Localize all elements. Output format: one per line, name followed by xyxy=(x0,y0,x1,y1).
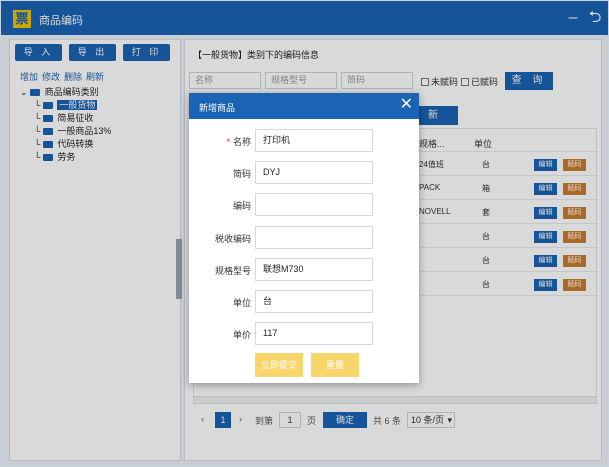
dialog-title: 新增商品 xyxy=(199,103,236,113)
field-row-tax-code: 税收编码 xyxy=(189,226,419,250)
dialog-header: 新增商品 ✕ xyxy=(189,93,419,119)
required-marker: * xyxy=(226,137,230,147)
code-input[interactable] xyxy=(255,193,373,216)
field-row-code: 编码 xyxy=(189,193,419,217)
add-goods-dialog: 新增商品 ✕ * 名称 打印机 简码 DYJ 编码 税收编码 规格型号 联想M73… xyxy=(189,93,419,383)
field-label-text: 名称 xyxy=(232,137,251,147)
field-row-short-code: 简码 DYJ xyxy=(189,161,419,185)
price-input[interactable]: 117 xyxy=(255,322,373,345)
field-row-name: * 名称 打印机 xyxy=(189,129,419,153)
submit-button[interactable]: 立即提交 xyxy=(255,353,303,377)
app-window: 票 商品编码 – ⮌ 导 入 导 出 打 印 增加 修改 删除 刷新 ⌄ 商品编… xyxy=(0,0,609,467)
field-row-price: 单价 117 xyxy=(189,322,419,346)
field-label: 规格型号 xyxy=(214,266,251,276)
field-label: 单价 xyxy=(232,330,251,340)
spec-input[interactable]: 联想M730 xyxy=(255,258,373,281)
unit-input[interactable]: 台 xyxy=(255,290,373,313)
field-label: 编码 xyxy=(232,201,251,211)
field-label: 税收编码 xyxy=(214,234,251,244)
field-label: * 名称 xyxy=(226,135,251,148)
field-row-unit: 单位 台 xyxy=(189,290,419,314)
tax-code-input[interactable] xyxy=(255,226,373,249)
field-row-spec: 规格型号 联想M730 xyxy=(189,258,419,282)
reset-button[interactable]: 重置 xyxy=(311,353,359,377)
field-label: 单位 xyxy=(232,298,251,308)
short-code-input[interactable]: DYJ xyxy=(255,161,373,184)
field-label: 简码 xyxy=(232,169,251,179)
close-icon[interactable]: ✕ xyxy=(400,96,413,114)
name-input[interactable]: 打印机 xyxy=(255,129,373,152)
